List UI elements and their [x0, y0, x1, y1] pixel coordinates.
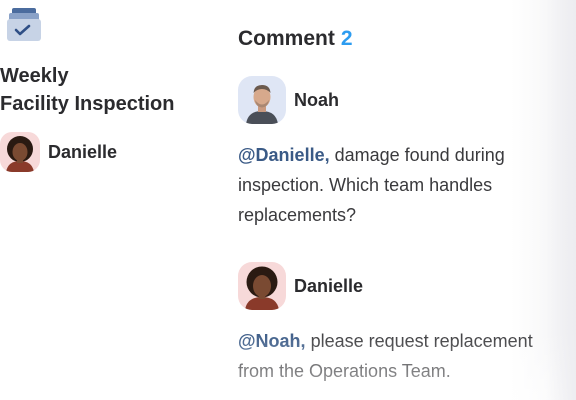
avatar[interactable]: [238, 262, 286, 310]
comment-author: Danielle: [294, 275, 364, 296]
comments-heading: Comment: [238, 27, 335, 50]
comment-item: Noah @Danielle, damage found during insp…: [238, 76, 568, 230]
inbox-check-icon: [6, 7, 42, 43]
comment-header: Danielle: [238, 262, 568, 310]
avatar[interactable]: [238, 76, 286, 124]
comment-item: Danielle @Noah, please request replaceme…: [238, 262, 568, 386]
mention-link[interactable]: @Danielle,: [238, 145, 330, 165]
assignee[interactable]: Danielle: [0, 132, 117, 172]
comments-panel: Comment 2 Noah @Danielle, damage found du…: [214, 0, 576, 400]
mention-link[interactable]: @Noah,: [238, 331, 306, 351]
comment-text: @Noah, please request replacement from t…: [238, 326, 568, 386]
comment-text: @Danielle, damage found during inspectio…: [238, 140, 568, 230]
task-title: Weekly Facility Inspection: [0, 62, 210, 118]
comment-author: Noah: [294, 89, 339, 110]
task-title-line-1: Weekly: [0, 65, 69, 87]
comments-header: Comment 2: [238, 27, 353, 51]
assignee-name: Danielle: [48, 141, 118, 162]
avatar: [0, 132, 40, 172]
task-title-line-2: Facility Inspection: [0, 93, 175, 115]
comment-header: Noah: [238, 76, 568, 124]
comment-count-badge: 2: [340, 27, 353, 50]
